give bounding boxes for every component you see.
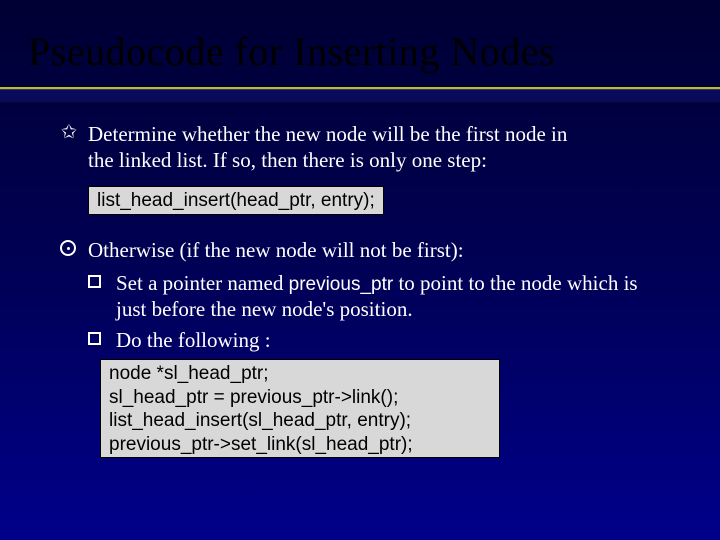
- text-run: Set a pointer named: [116, 271, 289, 295]
- bullet-level1: ✩ Determine whether the new node will be…: [60, 121, 672, 174]
- circle-dot-icon: [60, 240, 76, 256]
- bullet-level2: Do the following :: [88, 327, 672, 353]
- bullet-text: Set a pointer named previous_ptr to poin…: [116, 271, 638, 322]
- star-icon: ✩: [60, 124, 78, 142]
- slide-body: ✩ Determine whether the new node will be…: [0, 103, 720, 458]
- bullet-text: the linked list. If so, then there is on…: [88, 148, 487, 172]
- bullet-level2: Set a pointer named previous_ptr to poin…: [88, 270, 672, 323]
- slide: Pseudocode for Inserting Nodes ✩ Determi…: [0, 0, 720, 540]
- bullet-text: Otherwise (if the new node will not be f…: [88, 238, 464, 262]
- title-divider: [0, 87, 720, 103]
- slide-title: Pseudocode for Inserting Nodes: [0, 0, 720, 85]
- code-box: node *sl_head_ptr; sl_head_ptr = previou…: [100, 359, 500, 458]
- bullet-level1: Otherwise (if the new node will not be f…: [60, 237, 672, 263]
- code-box: list_head_insert(head_ptr, entry);: [88, 186, 384, 216]
- inline-code: previous_ptr: [289, 274, 394, 295]
- divider-navy: [0, 89, 720, 103]
- square-icon: [88, 275, 101, 288]
- bullet-text: Do the following :: [116, 328, 271, 352]
- bullet-text: Determine whether the new node will be t…: [88, 122, 567, 146]
- square-icon: [88, 332, 101, 345]
